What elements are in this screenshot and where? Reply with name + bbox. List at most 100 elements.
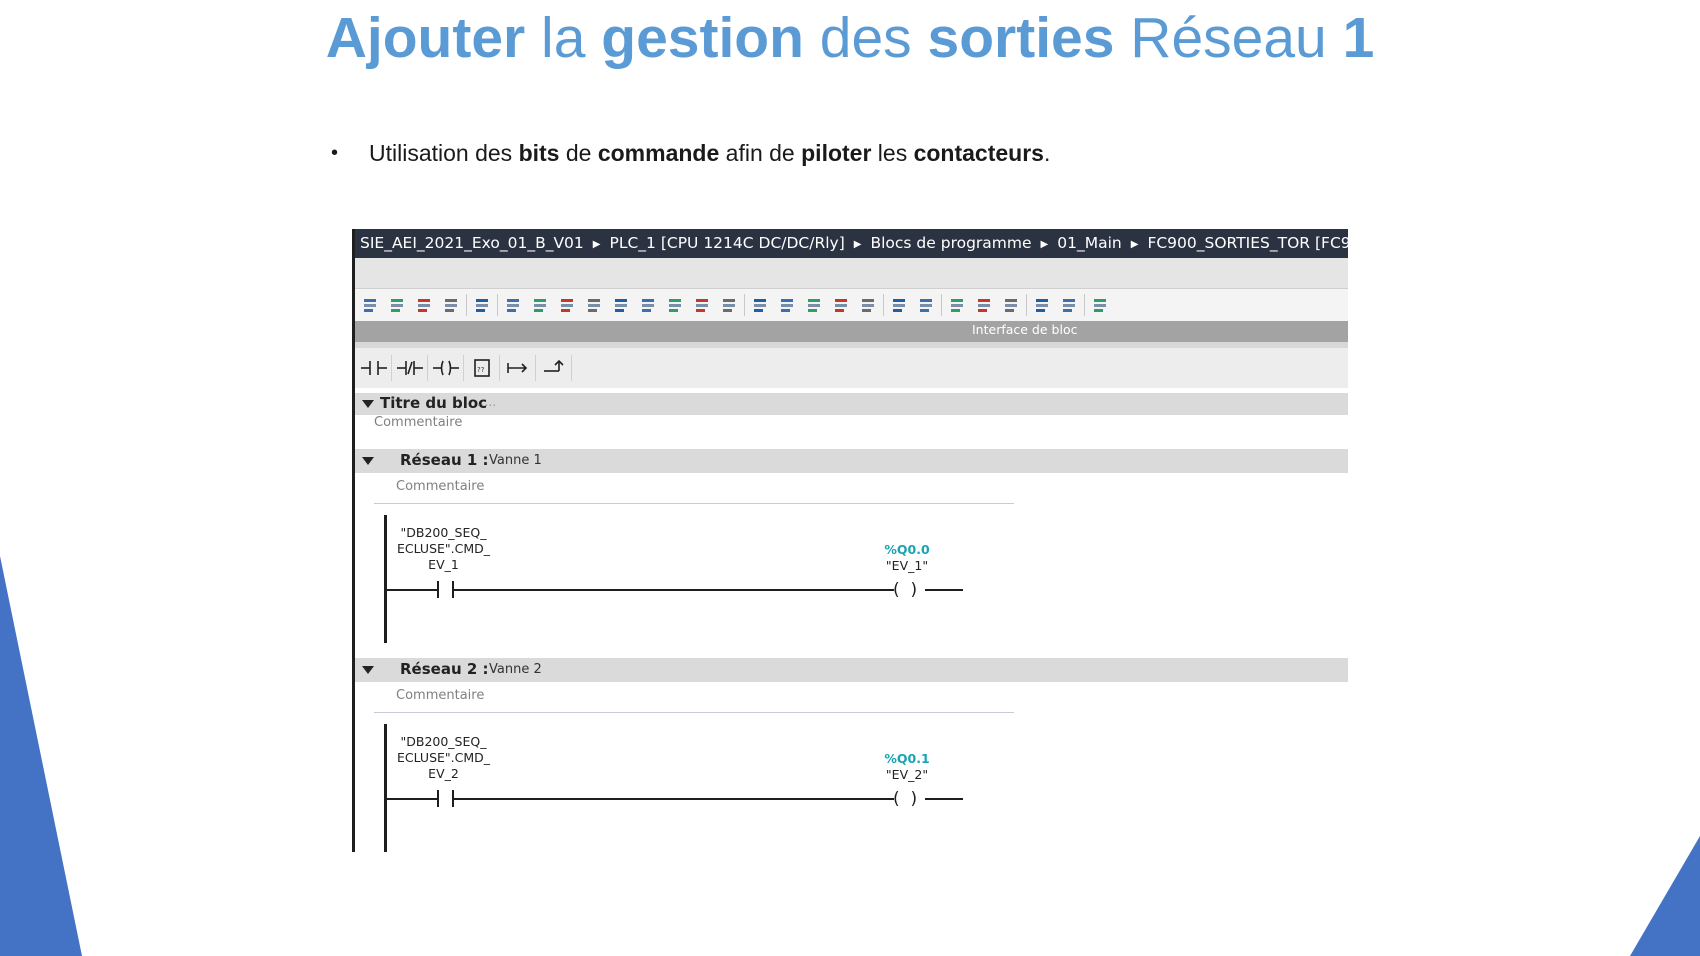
close-all-icon[interactable] — [639, 295, 659, 315]
block-title-header[interactable]: Titre du bloc ..... — [355, 393, 1348, 415]
favorites-star-icon[interactable] — [720, 295, 740, 315]
network-2-label: Réseau 2 : — [400, 660, 489, 678]
network-comments-icon[interactable] — [693, 295, 713, 315]
coil-icon[interactable] — [431, 355, 464, 381]
breadcrumb-item[interactable]: 01_Main — [1057, 229, 1121, 258]
network-1-contact-operand[interactable]: "DB200_SEQ_ ECLUSE".CMD_ EV_1 — [396, 525, 491, 573]
expand-icon[interactable] — [666, 295, 686, 315]
block-call-icon[interactable] — [832, 295, 852, 315]
monitor-icon[interactable] — [473, 295, 493, 315]
network-2-contact-operand[interactable]: "DB200_SEQ_ ECLUSE".CMD_ EV_2 — [396, 734, 491, 782]
editor-header-bar — [355, 258, 1348, 289]
go-back-icon[interactable] — [975, 295, 995, 315]
database-lock-icon[interactable] — [1091, 295, 1111, 315]
close-branch-icon[interactable] — [539, 355, 572, 381]
network-1-comment-underline — [374, 503, 1014, 504]
collapse-triangle-icon[interactable] — [362, 400, 374, 408]
title-part: Réseau — [1114, 6, 1343, 70]
absolute-operands-icon[interactable] — [504, 295, 524, 315]
collapse-triangle-icon[interactable] — [362, 457, 374, 465]
bullet-part: contacteurs — [913, 140, 1044, 166]
compare-icon[interactable] — [1060, 295, 1080, 315]
network-1-comment[interactable]: Commentaire — [396, 479, 484, 494]
network-1-name: Vanne 1 — [489, 453, 542, 468]
open-all-icon[interactable] — [612, 295, 632, 315]
block-interface-bar[interactable]: Interface de bloc — [355, 321, 1348, 342]
step-back-icon[interactable] — [890, 295, 910, 315]
network-2-wire — [454, 798, 894, 800]
block-title-dots: ..... — [477, 395, 497, 409]
breadcrumb-item[interactable]: SIE_AEI_2021_Exo_01_B_V01 — [360, 229, 584, 258]
tia-portal-editor: SIE_AEI_2021_Exo_01_B_V01 ▶ PLC_1 [CPU 121… — [352, 229, 1348, 852]
open-branch-icon[interactable] — [503, 355, 536, 381]
watch-icon[interactable] — [1033, 295, 1053, 315]
download-icon[interactable] — [859, 295, 879, 315]
network-1-header[interactable]: Réseau 1 : Vanne 1 — [355, 449, 1348, 473]
toolbar-separator — [466, 294, 467, 316]
block-comment[interactable]: Commentaire — [374, 415, 462, 430]
network-1-coil[interactable]: ( ) — [893, 581, 917, 599]
breadcrumb-separator-icon: ▶ — [853, 239, 862, 250]
toolbar-separator — [744, 294, 745, 316]
breadcrumb: SIE_AEI_2021_Exo_01_B_V01 ▶ PLC_1 [CPU 121… — [352, 229, 1348, 258]
network-1-coil-address: %Q0.0 — [884, 542, 930, 557]
title-part: sorties — [927, 6, 1115, 70]
step-over-icon[interactable] — [948, 295, 968, 315]
network-1-wire — [454, 589, 894, 591]
network-1-power-rail — [384, 515, 387, 643]
bullet-marker: • — [331, 142, 339, 164]
bullet-part: Utilisation des — [369, 140, 519, 166]
editor-left-border — [352, 229, 355, 852]
breadcrumb-item[interactable]: PLC_1 [CPU 1214C DC/DC/Rly] — [609, 229, 844, 258]
bullet-part: commande — [597, 140, 720, 166]
title-part: des — [803, 6, 928, 70]
network-2-comment-underline — [374, 712, 1014, 713]
bullet-part: bits — [518, 140, 560, 166]
network-2-header[interactable]: Réseau 2 : Vanne 2 — [355, 658, 1348, 682]
network-1-contact-left[interactable] — [437, 581, 439, 598]
block-icon[interactable] — [805, 295, 825, 315]
ladder-elements-bar: ?? — [355, 348, 1348, 388]
network-1-label: Réseau 1 : — [400, 451, 489, 469]
error-next-icon[interactable] — [778, 295, 798, 315]
title-part: gestion — [601, 6, 804, 70]
decorative-triangle-left — [0, 556, 82, 956]
bullet-part: . — [1043, 140, 1051, 166]
favorites-icon[interactable] — [531, 295, 551, 315]
network-2-contact-left[interactable] — [437, 790, 439, 807]
delete-network-icon[interactable] — [388, 295, 408, 315]
bullet-text: Utilisation des bits de commande afin de… — [369, 140, 1050, 167]
operand-line: "DB200_SEQ_ — [400, 525, 487, 540]
toolbar-separator — [1026, 294, 1027, 316]
normally-open-contact-icon[interactable] — [359, 355, 392, 381]
network-2-coil-tag[interactable]: "EV_2" — [872, 767, 942, 782]
bullet-part: piloter — [801, 140, 872, 166]
network-2-coil[interactable]: ( ) — [893, 790, 917, 808]
error-back-icon[interactable] — [751, 295, 771, 315]
step-into-icon[interactable] — [917, 295, 937, 315]
breadcrumb-separator-icon: ▶ — [1130, 239, 1139, 250]
network-2-comment[interactable]: Commentaire — [396, 688, 484, 703]
toolbar-separator — [941, 294, 942, 316]
breadcrumb-item[interactable]: Blocs de programme — [870, 229, 1031, 258]
bullet-part: afin de — [719, 140, 802, 166]
empty-box-icon[interactable]: ?? — [467, 355, 500, 381]
toolbar-separator — [883, 294, 884, 316]
network-2-name: Vanne 2 — [489, 662, 542, 677]
comments-icon[interactable] — [585, 295, 605, 315]
breadcrumb-item[interactable]: FC900_SORTIES_TOR [FC900] — [1147, 229, 1348, 258]
go-forward-icon[interactable] — [1002, 295, 1022, 315]
network-1-coil-tag[interactable]: "EV_1" — [872, 558, 942, 573]
svg-text:??: ?? — [477, 366, 485, 374]
insert-row-icon[interactable] — [415, 295, 435, 315]
add-row-icon[interactable] — [442, 295, 462, 315]
network-2-wire — [925, 798, 963, 800]
title-part: la — [525, 6, 602, 70]
insert-network-icon[interactable] — [361, 295, 381, 315]
normally-closed-contact-icon[interactable] — [395, 355, 428, 381]
bullet-part: de — [559, 140, 598, 166]
network-1-wire — [925, 589, 963, 591]
collapse-triangle-icon[interactable] — [362, 666, 374, 674]
operand-line: ECLUSE".CMD_ — [396, 541, 491, 556]
networks-view-icon[interactable] — [558, 295, 578, 315]
